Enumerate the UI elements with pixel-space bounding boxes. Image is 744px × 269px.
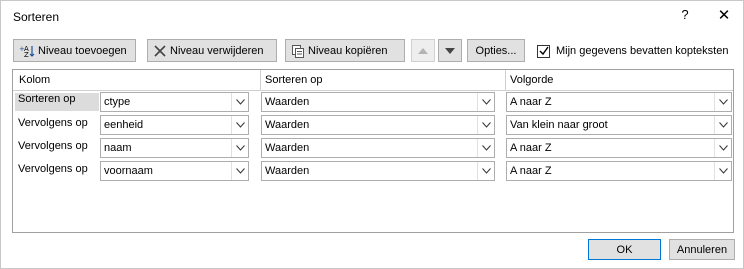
column-select[interactable]: voornaam xyxy=(100,161,249,181)
column-select-value: eenheid xyxy=(104,119,144,131)
dialog-title: Sorteren xyxy=(13,10,60,24)
sort-levels-grid: Kolom Sorteren op Volgorde Sorteren op c… xyxy=(12,69,734,233)
cancel-button[interactable]: Annuleren xyxy=(669,239,735,260)
sort-on-select[interactable]: Waarden xyxy=(261,92,495,112)
row-label: Sorteren op xyxy=(15,93,99,111)
order-value: A naar Z xyxy=(510,96,552,108)
copy-icon xyxy=(291,44,305,58)
column-header-kolom: Kolom xyxy=(19,74,51,86)
order-value: Van klein naar groot xyxy=(510,119,608,131)
column-header-order: Volgorde xyxy=(510,74,554,86)
row-label: Vervolgens op xyxy=(18,140,88,152)
sort-on-value: Waarden xyxy=(265,142,310,154)
chevron-down-icon xyxy=(714,116,731,134)
order-value: A naar Z xyxy=(510,142,552,154)
close-button[interactable]: ✕ xyxy=(715,6,733,24)
delete-level-label: Niveau verwijderen xyxy=(170,44,264,57)
ok-button[interactable]: OK xyxy=(588,239,661,260)
add-level-button[interactable]: + A Z Niveau toevoegen xyxy=(13,39,136,62)
chevron-down-icon xyxy=(231,139,248,157)
delete-level-button[interactable]: Niveau verwijderen xyxy=(147,39,277,62)
headers-checkbox-wrap[interactable]: Mijn gegevens bevatten kopteksten xyxy=(537,42,728,60)
sort-on-select[interactable]: Waarden xyxy=(261,161,495,181)
delete-icon xyxy=(153,44,167,58)
options-button[interactable]: Opties... xyxy=(467,39,525,62)
headers-checkbox[interactable] xyxy=(537,44,550,58)
sort-on-value: Waarden xyxy=(265,96,310,108)
chevron-down-icon xyxy=(714,162,731,180)
svg-text:Z: Z xyxy=(24,51,29,58)
triangle-up-icon xyxy=(418,45,428,57)
row-label: Vervolgens op xyxy=(18,163,88,175)
chevron-down-icon xyxy=(477,162,494,180)
sort-on-select[interactable]: Waarden xyxy=(261,115,495,135)
column-select[interactable]: naam xyxy=(100,138,249,158)
copy-level-button[interactable]: Niveau kopiëren xyxy=(285,39,405,62)
ok-label: OK xyxy=(616,243,633,256)
order-value: A naar Z xyxy=(510,165,552,177)
chevron-down-icon xyxy=(477,116,494,134)
copy-level-label: Niveau kopiëren xyxy=(308,44,388,57)
column-select[interactable]: ctype xyxy=(100,92,249,112)
chevron-down-icon xyxy=(477,139,494,157)
order-select[interactable]: A naar Z xyxy=(506,92,732,112)
column-select-value: naam xyxy=(104,142,132,154)
sort-on-select[interactable]: Waarden xyxy=(261,138,495,158)
help-button[interactable]: ? xyxy=(677,7,693,25)
headers-checkbox-label: Mijn gegevens bevatten kopteksten xyxy=(556,45,729,57)
checkmark-icon xyxy=(539,46,549,56)
triangle-down-icon xyxy=(445,45,455,57)
add-level-label: Niveau toevoegen xyxy=(38,44,127,57)
column-select-value: voornaam xyxy=(104,165,153,177)
column-header-sort-on: Sorteren op xyxy=(265,74,323,86)
column-select[interactable]: eenheid xyxy=(100,115,249,135)
order-select[interactable]: A naar Z xyxy=(506,138,732,158)
sort-on-value: Waarden xyxy=(265,119,310,131)
options-label: Opties... xyxy=(475,44,517,57)
column-separator xyxy=(505,70,506,90)
order-select[interactable]: Van klein naar groot xyxy=(506,115,732,135)
order-select[interactable]: A naar Z xyxy=(506,161,732,181)
chevron-down-icon xyxy=(231,116,248,134)
sort-dialog: Sorteren ? ✕ + A Z Niveau toevoegen Nive… xyxy=(0,0,744,269)
row-label: Vervolgens op xyxy=(18,117,88,129)
column-select-value: ctype xyxy=(104,96,131,108)
chevron-down-icon xyxy=(714,139,731,157)
move-up-button[interactable] xyxy=(411,39,435,62)
move-down-button[interactable] xyxy=(438,39,462,62)
chevron-down-icon xyxy=(231,162,248,180)
sort-on-value: Waarden xyxy=(265,165,310,177)
column-separator xyxy=(260,70,261,90)
cancel-label: Annuleren xyxy=(676,243,728,256)
chevron-down-icon xyxy=(714,93,731,111)
chevron-down-icon xyxy=(231,93,248,111)
add-level-icon: + A Z xyxy=(19,44,35,58)
chevron-down-icon xyxy=(477,93,494,111)
header-divider xyxy=(13,90,733,91)
